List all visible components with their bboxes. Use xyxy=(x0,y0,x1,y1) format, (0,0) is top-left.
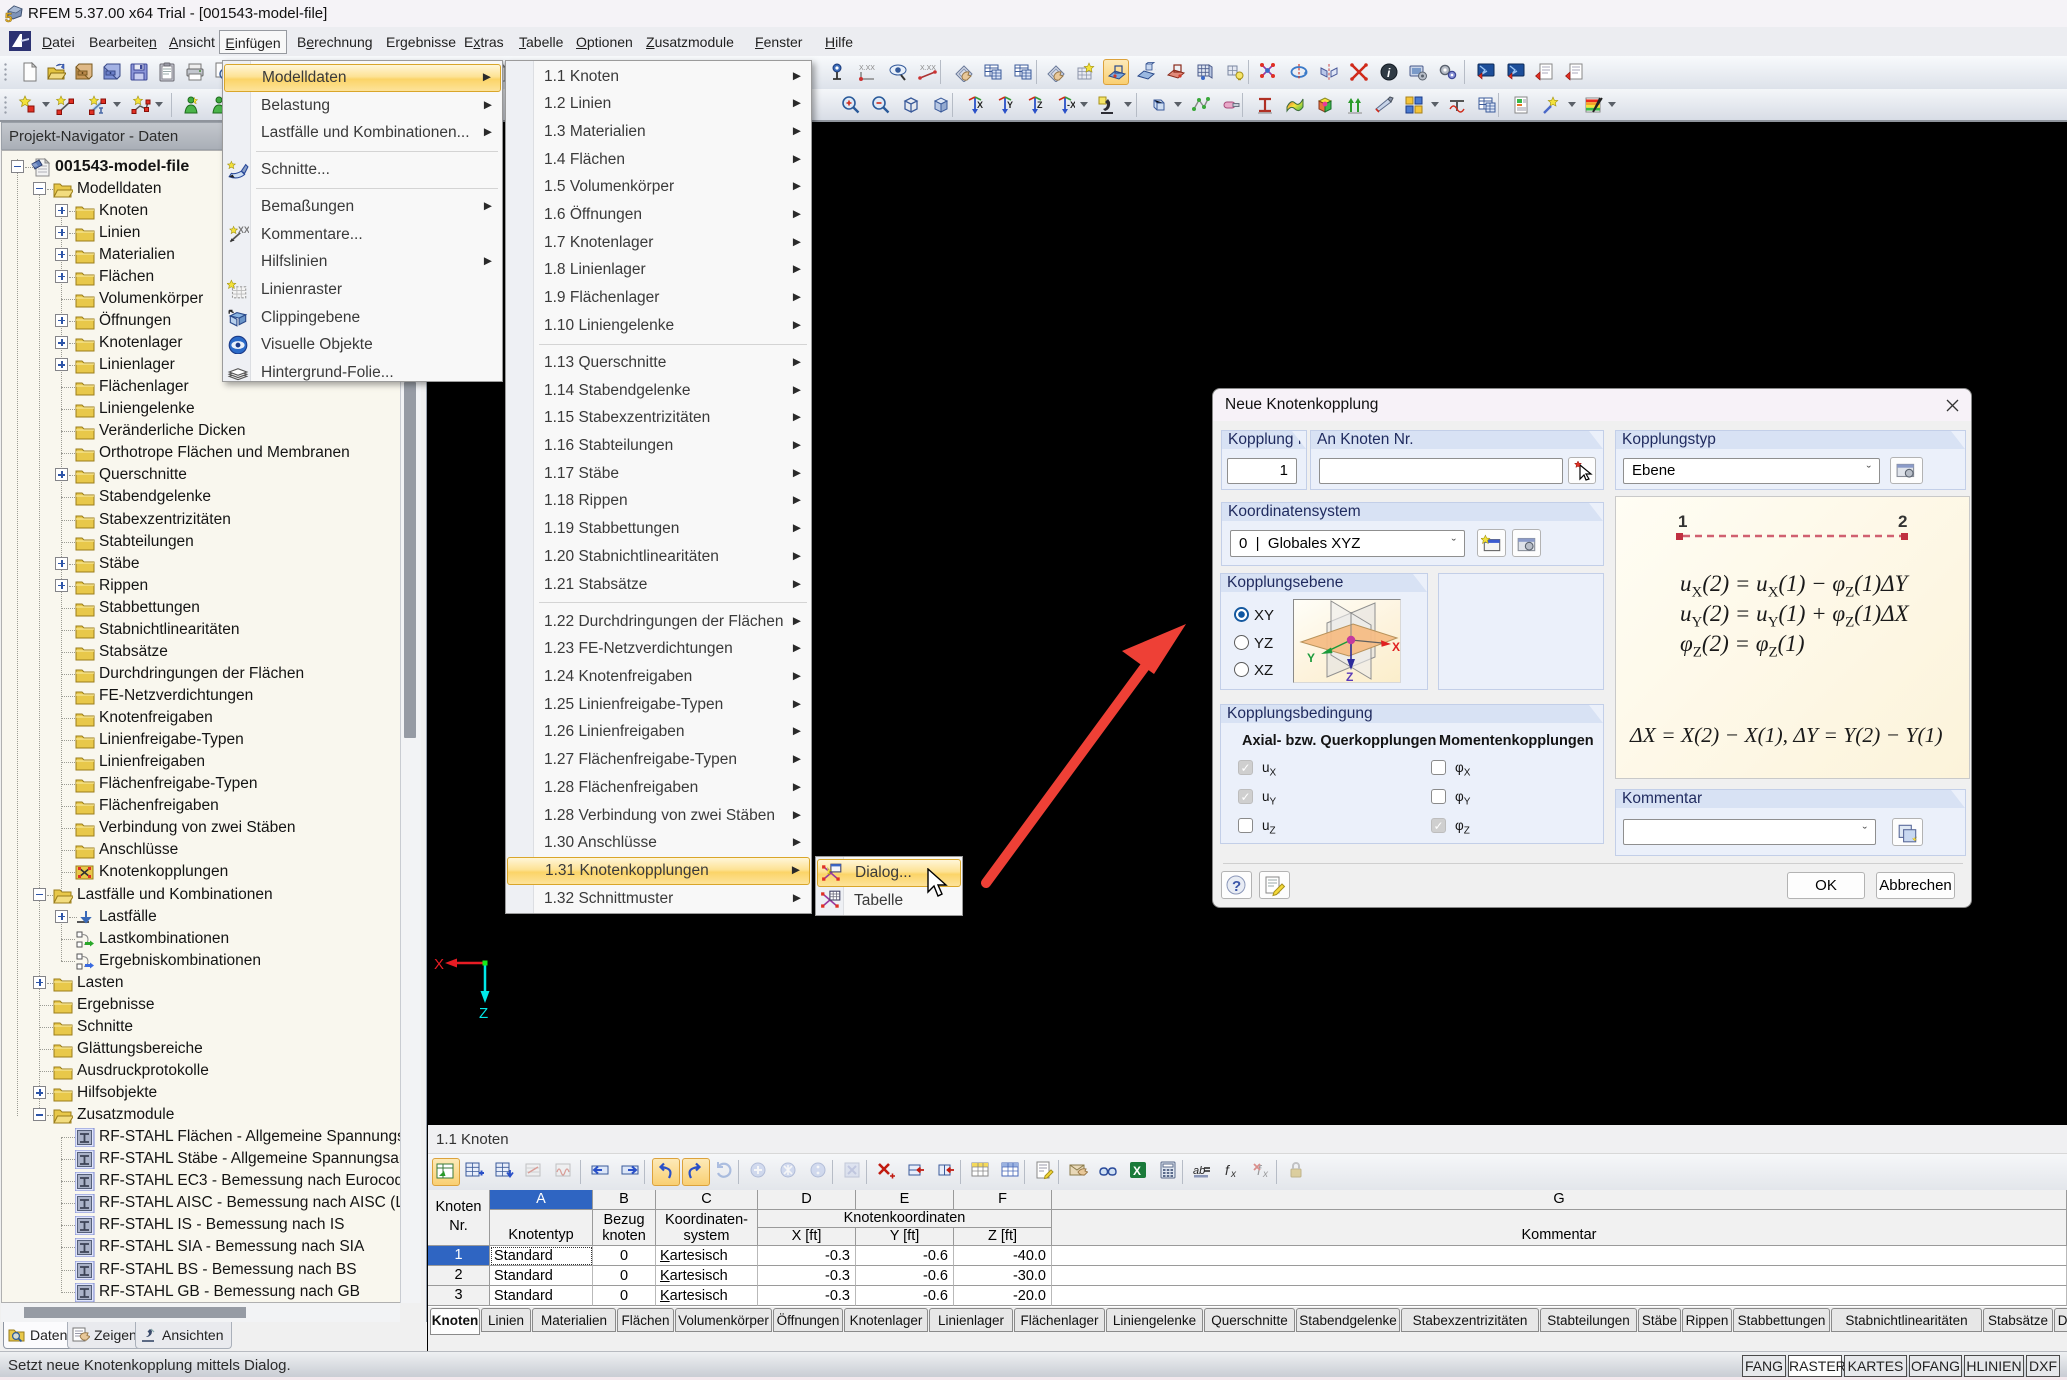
svg-text:x: x xyxy=(1262,1169,1269,1180)
svg-text:Y: Y xyxy=(1307,651,1315,665)
svg-text:XX: XX xyxy=(238,224,249,234)
svg-text:Z: Z xyxy=(1037,100,1043,110)
svg-text:X: X xyxy=(1133,1164,1141,1178)
svg-text:Z: Z xyxy=(479,1005,488,1022)
svg-text:1: 1 xyxy=(1678,512,1687,531)
svg-text:X: X xyxy=(1392,640,1400,654)
svg-text:Y: Y xyxy=(1007,100,1013,110)
svg-text:x: x xyxy=(1230,1169,1237,1180)
svg-text:5: 5 xyxy=(5,10,12,24)
svg-text:X: X xyxy=(977,100,983,110)
svg-text:X.XX: X.XX xyxy=(859,65,875,72)
svg-text:?: ? xyxy=(1232,878,1241,895)
svg-text:2: 2 xyxy=(1898,512,1907,531)
svg-text:-X: -X xyxy=(1067,100,1075,110)
svg-text:Z: Z xyxy=(1346,670,1353,682)
svg-text:X: X xyxy=(434,956,444,973)
